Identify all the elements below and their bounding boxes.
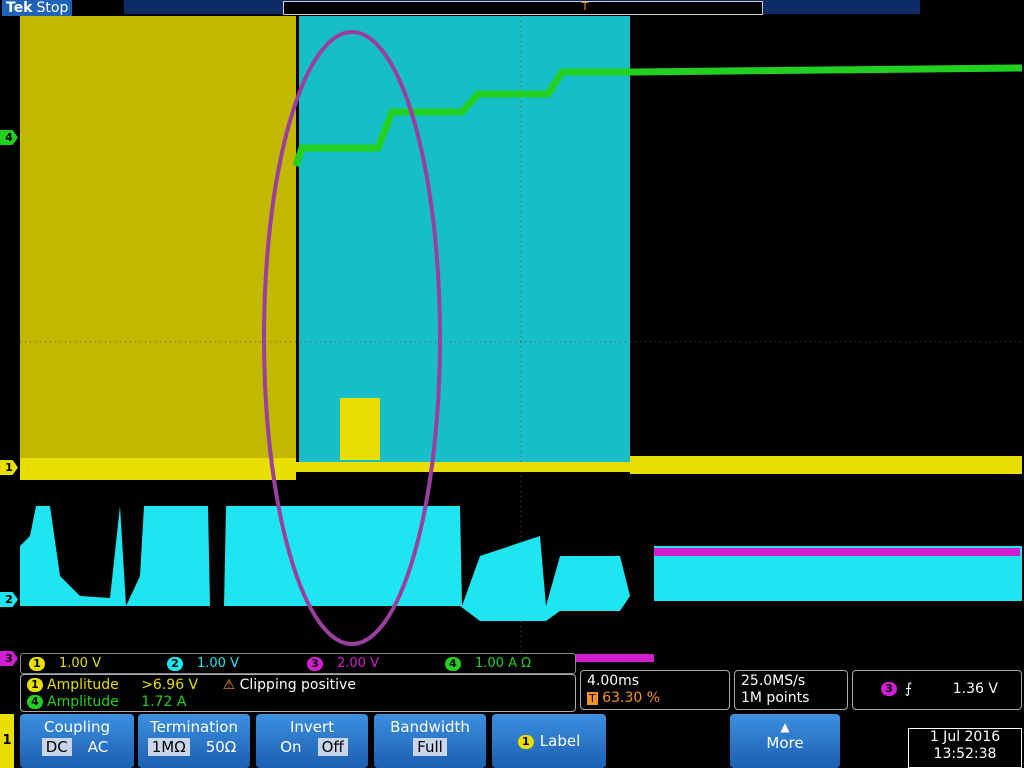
record-length-value: 1M points [741, 690, 810, 706]
meas2-value: 1.72 A [141, 694, 187, 710]
coupling-dc[interactable]: DC [41, 738, 72, 756]
meas1-value: >6.96 V [141, 677, 199, 693]
menu-channel-indicator: 1 [0, 714, 14, 768]
ch4-scale-value: 1.00 A [475, 656, 517, 671]
more-button[interactable]: ▲ More [730, 714, 840, 768]
trigger-position-marker: T [581, 0, 589, 13]
bandwidth-button[interactable]: Bandwidth Full [374, 714, 486, 768]
coupling-ac[interactable]: AC [84, 738, 112, 756]
ch3-badge: 3 [307, 656, 323, 671]
acquisition-state: Stop [36, 0, 69, 16]
ch4-unit-suffix: Ω [521, 656, 532, 671]
trigger-source-badge: 3 [881, 682, 897, 696]
more-title: More [766, 734, 804, 752]
termination-1mohm[interactable]: 1MΩ [147, 738, 190, 756]
date-time-display: 1 Jul 2016 13:52:38 [908, 728, 1022, 768]
measurement-readout[interactable]: 1 Amplitude >6.96 V ⚠ Clipping positive 4… [20, 674, 576, 712]
invert-on[interactable]: On [276, 738, 305, 756]
trigger-info: 3 ⨍ 1.36 V [881, 681, 998, 697]
horizontal-readout[interactable]: 4.00ms T 63.30 % [580, 670, 730, 710]
brand-status: Tek Stop [2, 0, 73, 16]
label-title: Label [539, 732, 581, 750]
ch1-scale-value: 1.00 V [59, 656, 101, 671]
termination-button[interactable]: Termination 1MΩ 50Ω [138, 714, 250, 768]
ch2-scale[interactable]: 2 1.00 V [167, 654, 239, 673]
trigger-position-icon: T [587, 692, 598, 705]
channel-scale-row: 1 1.00 V 2 1.00 V 3 2.00 V 4 1.00 A Ω [20, 653, 576, 674]
date-value: 1 Jul 2016 [929, 729, 1001, 745]
timebase-value: 4.00ms [587, 673, 640, 689]
acquisition-readout[interactable]: 25.0MS/s 1M points [734, 670, 848, 710]
trigger-readout[interactable]: 3 ⨍ 1.36 V [852, 670, 1022, 710]
termination-50ohm[interactable]: 50Ω [202, 738, 241, 756]
warning-icon: ⚠ [222, 677, 236, 693]
termination-title: Termination [150, 718, 238, 736]
coupling-title: Coupling [43, 718, 111, 736]
invert-title: Invert [289, 718, 335, 736]
trigger-position-value: 63.30 % [602, 690, 661, 706]
ch2-ground-marker[interactable]: 2 [0, 592, 18, 607]
record-view-window[interactable] [283, 1, 763, 15]
ch3-scale-value: 2.00 V [337, 656, 379, 671]
meas1-name: Amplitude [47, 677, 119, 693]
trigger-slope-icon: ⨍ [905, 681, 913, 697]
invert-off[interactable]: Off [317, 738, 348, 756]
ch1-scale[interactable]: 1 1.00 V [29, 654, 101, 673]
ch4-scale[interactable]: 4 1.00 A Ω [445, 654, 531, 673]
bandwidth-value: Full [413, 738, 447, 756]
ch1-ground-marker[interactable]: 1 [0, 460, 18, 475]
ch4-badge: 4 [445, 656, 461, 671]
meas1-warning: Clipping positive [239, 677, 356, 693]
ch2-badge: 2 [167, 656, 183, 671]
ch4-ground-marker[interactable]: 4 [0, 130, 18, 145]
label-button[interactable]: 1 Label [492, 714, 606, 768]
measurement-ch4: 4 Amplitude 1.72 A [27, 693, 186, 711]
more-arrow-icon: ▲ [780, 720, 790, 734]
trigger-level-value: 1.36 V [952, 681, 998, 697]
time-value: 13:52:38 [933, 746, 997, 762]
measurement-ch1: 1 Amplitude >6.96 V ⚠ Clipping positive [27, 676, 356, 694]
ch2-scale-value: 1.00 V [197, 656, 239, 671]
bandwidth-title: Bandwidth [390, 718, 470, 736]
ch1-badge: 1 [29, 656, 45, 671]
invert-button[interactable]: Invert On Off [256, 714, 368, 768]
sample-rate-value: 25.0MS/s [741, 673, 806, 689]
ch3-scale[interactable]: 3 2.00 V [307, 654, 379, 673]
waveform-display[interactable] [20, 16, 1022, 668]
meas2-badge: 4 [27, 695, 43, 709]
brand-label: Tek [6, 0, 33, 16]
meas1-badge: 1 [27, 678, 43, 692]
ch1-clipped-region [20, 16, 296, 468]
trigger-position-readout: T 63.30 % [587, 690, 660, 706]
ch3-ground-marker[interactable]: 3 [0, 651, 18, 666]
coupling-button[interactable]: Coupling DC AC [20, 714, 134, 768]
meas2-name: Amplitude [47, 694, 119, 710]
label-badge: 1 [517, 734, 534, 749]
